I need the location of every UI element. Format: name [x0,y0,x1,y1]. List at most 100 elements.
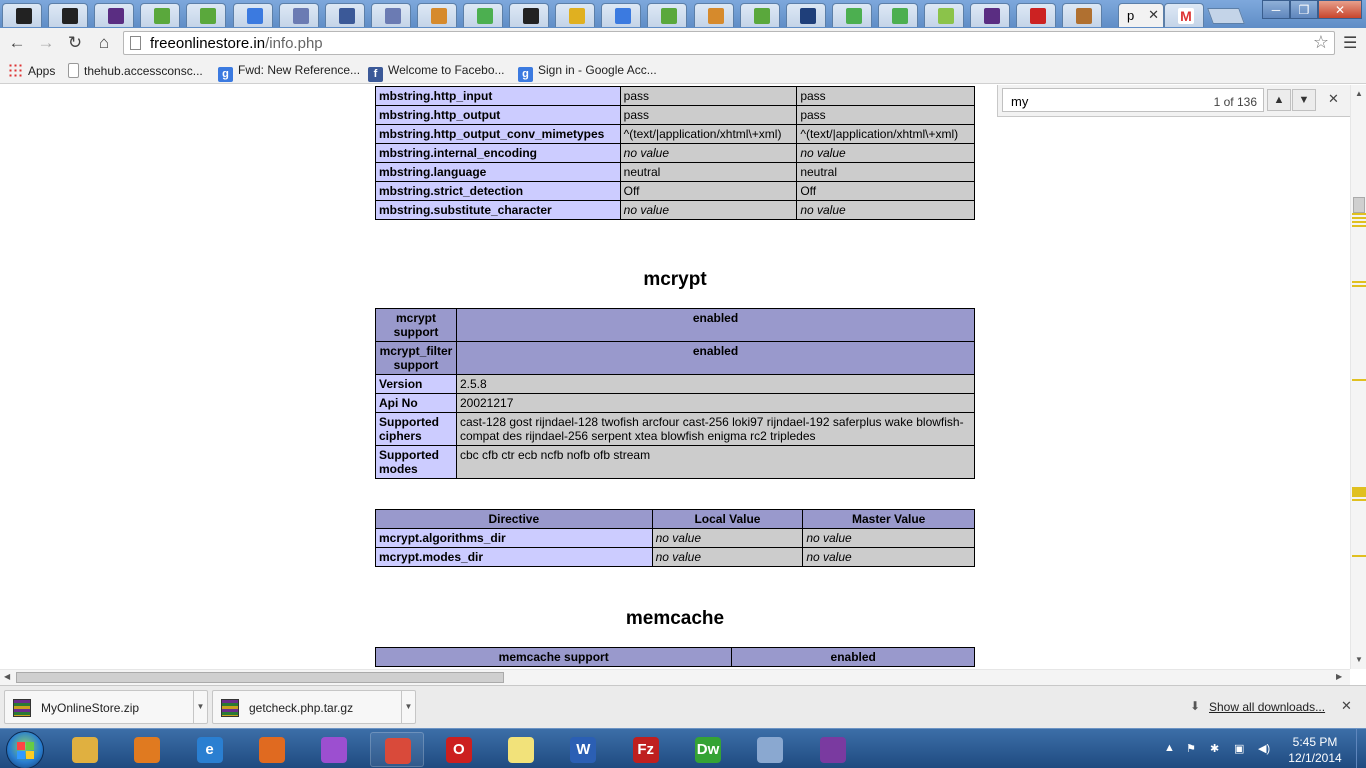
browser-tab[interactable] [278,3,319,27]
column-header-master: Master Value [802,509,975,529]
w3-green-icon [477,8,493,24]
action-center-flag-icon[interactable]: ⚑ [1186,742,1196,755]
taskbar-app-button[interactable]: W [556,732,610,767]
winrar-archive-icon [221,699,239,717]
evernote-green-icon [154,8,171,24]
local-value: no value [651,547,804,567]
browser-tab[interactable] [785,3,826,27]
menu-hamburger-icon[interactable]: ☰ [1343,33,1357,53]
clock-date: 12/1/2014 [1288,751,1342,765]
browser-tab[interactable] [555,3,596,27]
bookmark-apps[interactable]: Apps [8,63,55,78]
download-item[interactable]: MyOnlineStore.zip ▼ [4,690,208,724]
find-close-icon[interactable]: ✕ [1328,91,1339,107]
bookmark-fwd[interactable]: g Fwd: New Reference... [218,63,360,82]
taskbar-app-button[interactable] [307,732,361,767]
youtube-icon [1030,8,1047,24]
scroll-left-icon[interactable]: ◀ [4,672,10,681]
bookmark-facebook[interactable]: f Welcome to Facebo... [368,63,505,82]
directive-name: mbstring.substitute_character [375,200,621,220]
tab-close-icon[interactable]: ✕ [1148,7,1159,23]
browser-tab[interactable] [232,3,273,27]
start-button[interactable] [6,731,44,768]
bookmark-google-signin[interactable]: g Sign in - Google Acc... [518,63,657,82]
taskbar-app-button[interactable]: Fz [619,732,673,767]
scrollbar-thumb[interactable] [16,672,504,683]
volume-icon[interactable]: ◀) [1258,742,1270,755]
system-clock[interactable]: 5:45 PM 12/1/2014 [1278,734,1352,766]
browser-tab[interactable] [831,3,872,27]
table-row: Supported modes cbc cfb ctr ecb ncfb nofb… [375,445,976,479]
show-desktop-button[interactable] [1356,729,1366,768]
shelf-close-icon[interactable]: ✕ [1341,698,1352,714]
taskbar-app-button[interactable]: O [432,732,486,767]
address-bar[interactable]: freeonlinestore.in/info.php ☆ [123,31,1335,55]
browser-tab[interactable] [739,3,780,27]
bookmark-label: Sign in - Google Acc... [538,63,657,77]
browser-tab[interactable] [1016,3,1057,27]
horizontal-scrollbar[interactable]: ◀ ▶ [0,669,1350,685]
browser-tab[interactable] [186,3,227,27]
browser-tab[interactable] [48,3,89,27]
taskbar-app-button[interactable]: e [183,732,237,767]
tab-gmail[interactable]: M [1164,3,1204,27]
browser-tab[interactable] [140,3,181,27]
home-button[interactable]: ⌂ [93,33,115,53]
browser-tab[interactable] [970,3,1011,27]
bookmark-thehub[interactable]: thehub.accessconsc... [68,63,203,78]
taskbar-app-button[interactable] [806,732,860,767]
scrollbar-thumb[interactable] [1353,197,1365,213]
find-previous-button[interactable]: ▲ [1267,89,1291,111]
memcache-table: memcache support enabled [374,647,975,667]
info-value: cbc cfb ctr ecb ncfb nofb ofb stream [455,445,976,479]
network-icon[interactable]: ▣ [1234,742,1244,755]
new-tab-button[interactable] [1207,8,1245,24]
browser-tab[interactable] [2,3,42,27]
browser-tab[interactable] [693,3,734,27]
taskbar-app-button[interactable] [494,732,548,767]
taskbar-app-button[interactable] [120,732,174,767]
minimize-button[interactable]: ─ [1262,0,1290,19]
browser-tab[interactable] [1062,3,1103,27]
find-input[interactable]: my 1 of 136 [1002,88,1264,112]
show-all-downloads-link[interactable]: Show all downloads... [1209,700,1325,714]
forward-button[interactable]: → [35,33,57,53]
evernote-green-icon [200,8,217,24]
memcache-support-label: memcache support [374,647,733,667]
chrome-icon [384,738,411,764]
browser-tab[interactable] [370,3,411,27]
tab-active[interactable]: p ✕ [1118,3,1164,27]
browser-tab[interactable] [94,3,135,27]
find-query: my [1011,94,1029,109]
back-button[interactable]: ← [6,33,28,53]
browser-tab[interactable] [924,3,964,27]
browser-tab[interactable] [509,3,550,27]
chevron-down-icon[interactable]: ▼ [193,691,207,723]
browser-tab[interactable] [416,3,457,27]
window-close-button[interactable]: ✕ [1318,0,1362,19]
taskbar-app-button[interactable] [58,732,112,767]
maximize-button[interactable]: ❐ [1290,0,1318,19]
bluetooth-icon[interactable]: ✱ [1210,742,1219,755]
browser-tab[interactable] [463,3,503,27]
browser-tab[interactable] [601,3,642,27]
firefox-icon [258,737,285,763]
scroll-right-icon[interactable]: ▶ [1336,672,1342,681]
taskbar-app-button[interactable] [743,732,797,767]
download-item[interactable]: getcheck.php.tar.gz ▼ [212,690,416,724]
vertical-scrollbar[interactable]: ▲ ▼ [1350,85,1366,669]
taskbar-app-button[interactable] [245,732,299,767]
chevron-down-icon[interactable]: ▼ [401,691,415,723]
find-next-button[interactable]: ▼ [1292,89,1316,111]
tray-expand-icon[interactable]: ▲ [1164,742,1175,754]
master-value: no value [802,528,975,548]
scroll-down-icon[interactable]: ▼ [1355,655,1363,664]
browser-tab[interactable] [877,3,918,27]
reload-button[interactable]: ↻ [64,33,86,53]
bookmark-star-icon[interactable]: ☆ [1313,32,1329,53]
taskbar-app-button[interactable]: Dw [681,732,735,767]
browser-tab[interactable] [647,3,688,27]
scroll-up-icon[interactable]: ▲ [1355,89,1363,98]
taskbar-app-button[interactable] [369,732,424,767]
browser-tab[interactable] [324,3,365,27]
